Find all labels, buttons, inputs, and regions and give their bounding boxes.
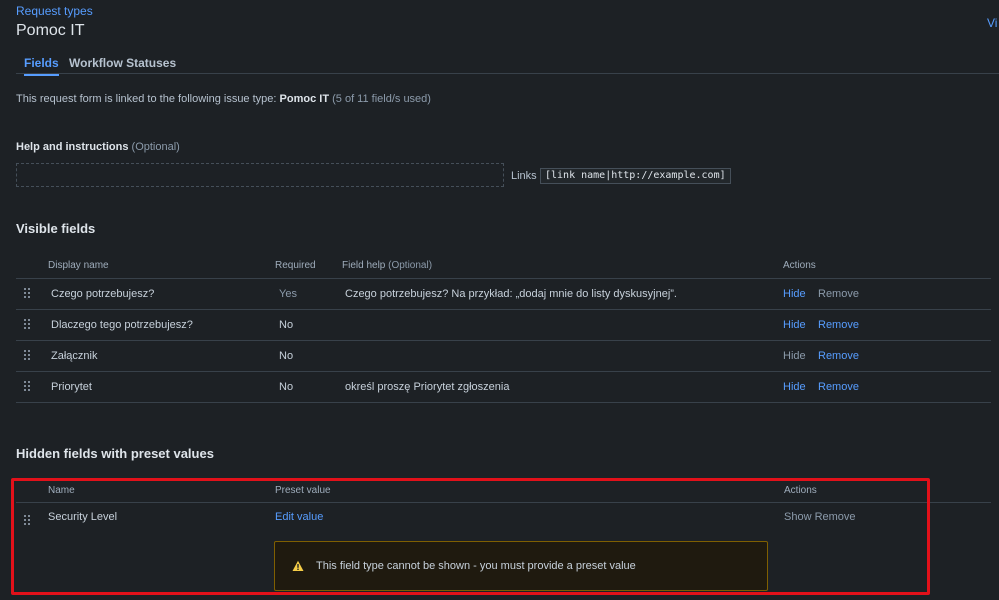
fields-used-count: (5 of 11 field/s used) xyxy=(332,93,431,105)
remove-button: Remove xyxy=(818,288,859,300)
field-name: Priorytet xyxy=(51,381,92,393)
drag-handle-icon[interactable] xyxy=(24,381,32,393)
field-required: No xyxy=(279,350,294,362)
drag-handle-icon[interactable] xyxy=(24,288,32,300)
help-instructions-input[interactable] xyxy=(16,163,504,187)
tab-workflow-statuses[interactable]: Workflow Statuses xyxy=(69,56,176,74)
field-required: No xyxy=(279,381,294,393)
remove-button[interactable]: Remove xyxy=(818,381,859,393)
linked-issue-type: Pomoc IT xyxy=(279,93,330,105)
breadcrumb[interactable]: Request types xyxy=(16,4,93,18)
field-required: Yes xyxy=(279,288,297,300)
linked-prefix: This request form is linked to the follo… xyxy=(16,93,277,105)
drag-handle-icon[interactable] xyxy=(24,319,32,331)
table-row: Priorytet No określ proszę Priorytet zgł… xyxy=(16,372,991,403)
header-field-help-label: Field help xyxy=(342,260,386,271)
help-heading-label: Help and instructions xyxy=(16,141,129,153)
help-optional-label: (Optional) xyxy=(131,141,180,153)
links-label: Links xyxy=(511,170,537,182)
table-row: Dlaczego tego potrzebujesz? No Hide Remo… xyxy=(16,310,991,341)
field-name: Dlaczego tego potrzebujesz? xyxy=(51,319,193,331)
header-display-name: Display name xyxy=(48,260,109,271)
header-name: Name xyxy=(48,485,75,496)
links-format-example: [link name|http://example.com] xyxy=(540,168,731,184)
drag-handle-icon[interactable] xyxy=(24,515,32,527)
show-remove-actions: Show Remove xyxy=(784,511,856,523)
hide-button: Hide xyxy=(783,350,806,362)
table-row: Załącznik No Hide Remove xyxy=(16,341,991,372)
header-right-link[interactable]: Vi xyxy=(987,16,997,30)
field-help: określ proszę Priorytet zgłoszenia xyxy=(345,381,510,393)
field-name: Czego potrzebujesz? xyxy=(51,288,155,300)
hide-button[interactable]: Hide xyxy=(783,381,806,393)
warning-text: This field type cannot be shown - you mu… xyxy=(316,560,636,572)
linked-issue-type-text: This request form is linked to the follo… xyxy=(16,93,431,105)
preset-warning-message: This field type cannot be shown - you mu… xyxy=(274,541,768,591)
help-heading: Help and instructions (Optional) xyxy=(16,141,180,153)
header-actions: Actions xyxy=(784,485,817,496)
field-help: Czego potrzebujesz? Na przykład: „dodaj … xyxy=(345,288,677,300)
warning-icon xyxy=(292,560,304,571)
header-preset-value: Preset value xyxy=(275,485,331,496)
field-required: No xyxy=(279,319,294,331)
page-title: Pomoc IT xyxy=(16,22,85,39)
header-actions: Actions xyxy=(783,260,816,271)
header-field-help-optional: (Optional) xyxy=(388,260,433,271)
edit-value-link[interactable]: Edit value xyxy=(275,511,323,523)
drag-handle-icon[interactable] xyxy=(24,350,32,362)
header-required: Required xyxy=(275,260,316,271)
visible-fields-title: Visible fields xyxy=(16,221,96,236)
hidden-fields-title: Hidden fields with preset values xyxy=(16,446,214,461)
tab-bar: Fields Workflow Statuses xyxy=(16,52,999,76)
hide-button[interactable]: Hide xyxy=(783,319,806,331)
header-field-help: Field help (Optional) xyxy=(342,260,432,271)
tab-fields[interactable]: Fields xyxy=(24,56,59,76)
hide-button[interactable]: Hide xyxy=(783,288,806,300)
field-name: Załącznik xyxy=(51,350,98,362)
table-row: Czego potrzebujesz? Yes Czego potrzebuje… xyxy=(16,279,991,310)
hidden-field-name: Security Level xyxy=(48,511,118,523)
remove-button[interactable]: Remove xyxy=(818,319,859,331)
remove-button[interactable]: Remove xyxy=(818,350,859,362)
